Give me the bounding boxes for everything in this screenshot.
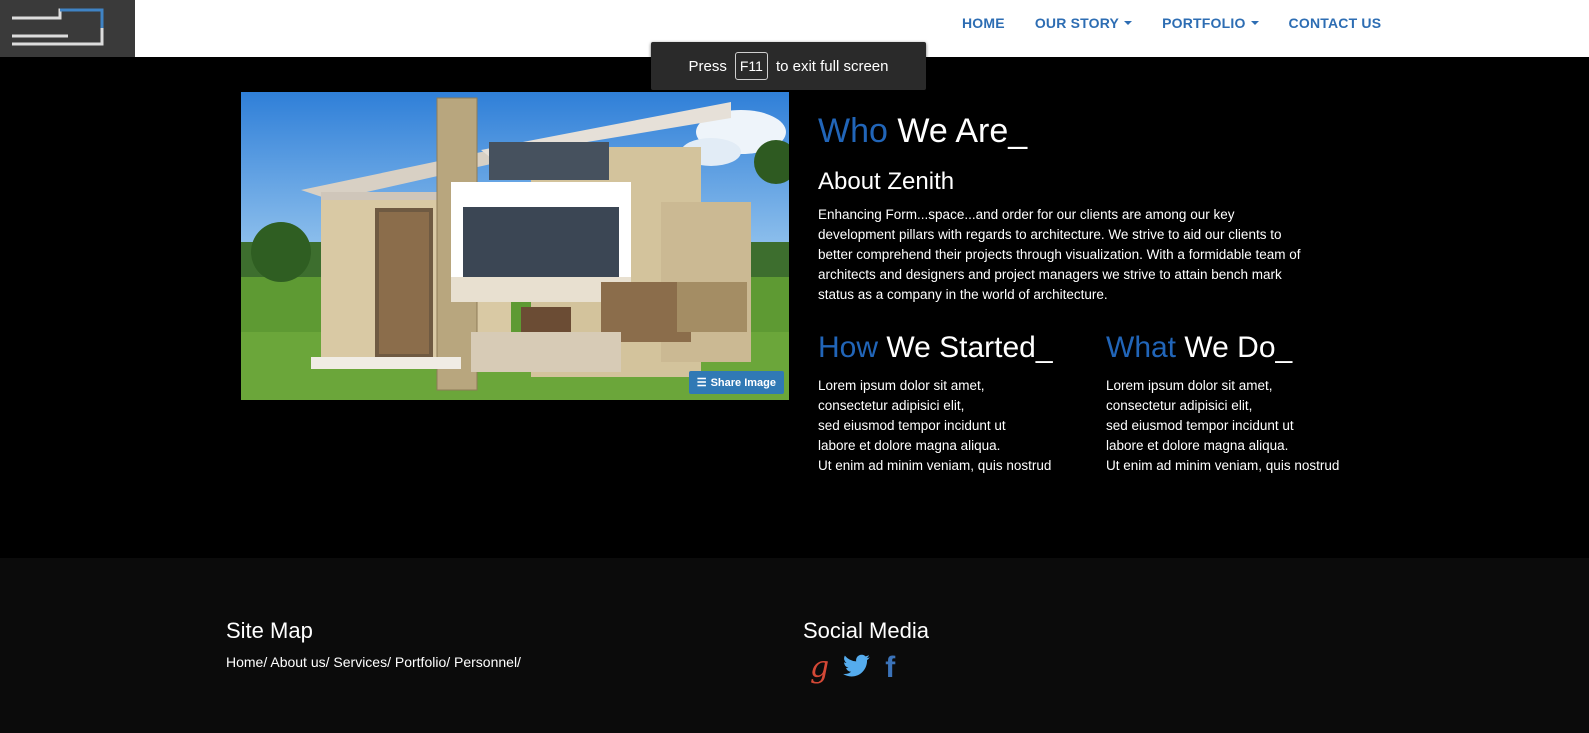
what-line: sed eiusmod tempor incidunt ut	[1106, 418, 1294, 433]
about-line: better comprehend their projects through…	[818, 247, 1301, 262]
toast-key: F11	[734, 52, 768, 80]
logo-mark-icon	[12, 8, 104, 46]
house-render-image: ☰ Share Image	[241, 92, 789, 400]
caret-down-icon	[1250, 21, 1259, 25]
about-line: status as a company in the world of arch…	[818, 287, 1108, 302]
what-line: consectetur adipisici elit,	[1106, 398, 1253, 413]
what-rest: We Do_	[1176, 331, 1293, 364]
sitemap-title: Site Map	[226, 618, 313, 643]
who-rest: We Are_	[887, 112, 1028, 150]
about-line: Enhancing Form...space...and order for o…	[818, 207, 1235, 222]
what-we-do-heading: What We Do_	[1106, 331, 1292, 365]
facebook-icon[interactable]: f	[885, 651, 895, 685]
how-accent: How	[818, 331, 879, 364]
nav-home[interactable]: HOME	[962, 15, 1005, 31]
about-paragraph: Enhancing Form...space...and order for o…	[818, 205, 1378, 305]
how-line: Lorem ipsum dolor sit amet,	[818, 378, 985, 393]
how-line: labore et dolore magna aliqua.	[818, 438, 1001, 453]
sitemap-links: Home/ About us/ Services/ Portfolio/ Per…	[226, 654, 521, 670]
what-paragraph: Lorem ipsum dolor sit amet, consectetur …	[1106, 376, 1386, 476]
toast-suffix-text: to exit full screen	[775, 57, 889, 75]
share-image-button[interactable]: ☰ Share Image	[688, 371, 784, 394]
google-plus-icon[interactable]: g	[810, 650, 829, 685]
what-accent: What	[1106, 331, 1177, 364]
about-line: architects and designers and project man…	[818, 267, 1282, 282]
how-we-started-heading: How We Started_	[818, 331, 1053, 365]
how-paragraph: Lorem ipsum dolor sit amet, consectetur …	[818, 376, 1098, 476]
what-line: Lorem ipsum dolor sit amet,	[1106, 378, 1273, 393]
site-logo[interactable]	[0, 0, 135, 57]
toast-press-text: Press	[688, 57, 727, 75]
share-image-label: Share Image	[710, 376, 776, 389]
social-icons: g f	[810, 650, 909, 685]
fullscreen-exit-toast: Press F11 to exit full screen	[651, 42, 926, 90]
sitemap-link-home[interactable]: Home/	[226, 654, 267, 670]
about-line: development pillars with regards to arch…	[818, 227, 1282, 242]
who-we-are-heading: Who We Are_	[818, 112, 1027, 151]
about-zenith-subtitle: About Zenith	[818, 168, 955, 195]
nav-contact-us[interactable]: CONTACT US	[1289, 15, 1382, 31]
house-illustration	[241, 92, 789, 400]
how-line: Ut enim ad minim veniam, quis nostrud	[818, 458, 1052, 473]
twitter-icon[interactable]	[843, 654, 871, 682]
main-nav: HOME OUR STORY PORTFOLIO CONTACT US	[962, 0, 1411, 46]
who-accent: Who	[818, 112, 888, 150]
caret-down-icon	[1124, 21, 1133, 25]
nav-contact-us-label: CONTACT US	[1288, 15, 1382, 31]
sitemap-link-portfolio[interactable]: Portfolio/	[395, 654, 450, 670]
nav-home-label: HOME	[962, 15, 1005, 31]
nav-portfolio[interactable]: PORTFOLIO	[1162, 15, 1259, 31]
how-line: sed eiusmod tempor incidunt ut	[818, 418, 1006, 433]
sitemap-link-about[interactable]: About us/	[270, 654, 329, 670]
nav-our-story[interactable]: OUR STORY	[1034, 15, 1133, 31]
sitemap-link-services[interactable]: Services/	[333, 654, 391, 670]
how-rest: We Started_	[878, 331, 1053, 364]
nav-our-story-label: OUR STORY	[1034, 15, 1120, 31]
sitemap-link-personnel[interactable]: Personnel/	[454, 654, 521, 670]
what-line: labore et dolore magna aliqua.	[1106, 438, 1289, 453]
site-footer: Site Map Home/ About us/ Services/ Portf…	[0, 558, 1589, 733]
social-media-title: Social Media	[803, 618, 929, 643]
what-line: Ut enim ad minim veniam, quis nostrud	[1106, 458, 1340, 473]
how-line: consectetur adipisici elit,	[818, 398, 965, 413]
nav-portfolio-label: PORTFOLIO	[1162, 15, 1246, 31]
layers-icon: ☰	[696, 377, 707, 389]
